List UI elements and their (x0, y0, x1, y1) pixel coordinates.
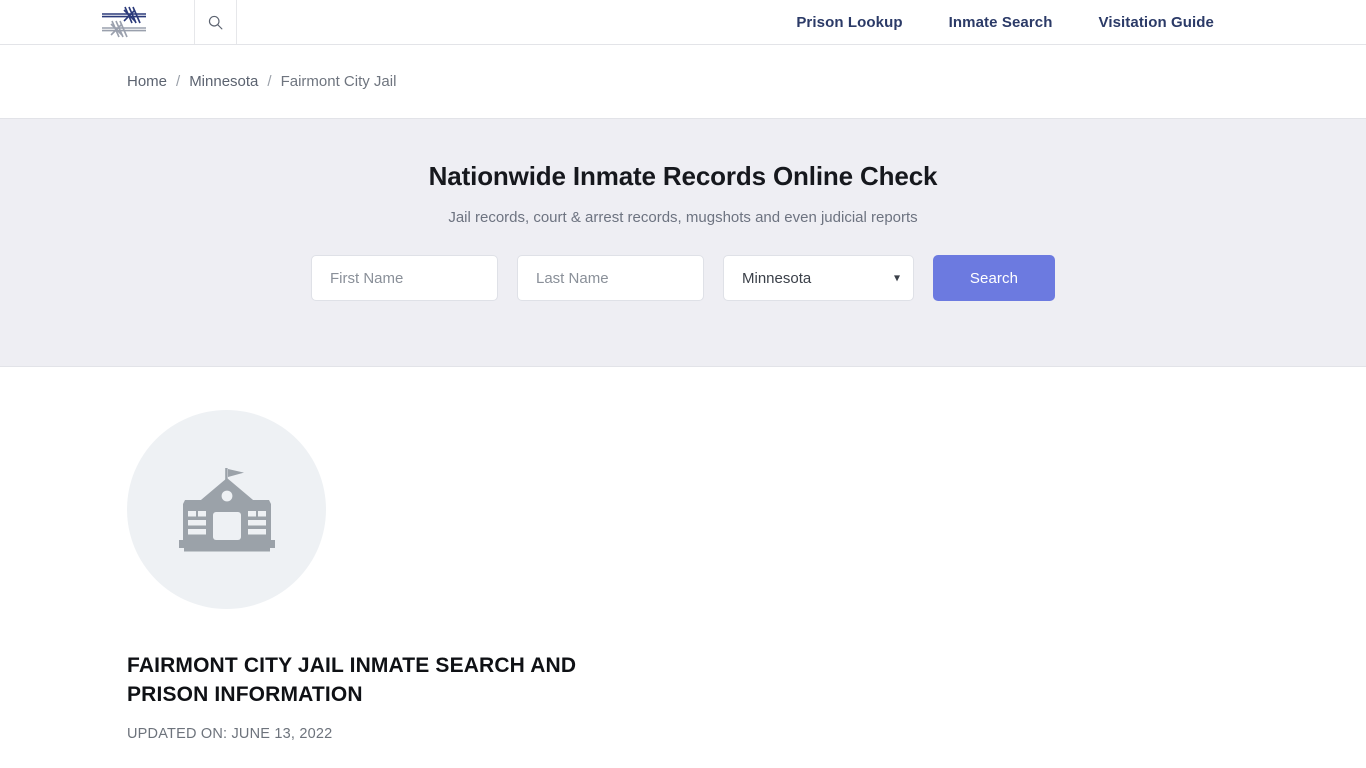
breadcrumb: Home / Minnesota / Fairmont City Jail (127, 73, 396, 90)
updated-on-text: UPDATED ON: JUNE 13, 2022 (127, 726, 333, 742)
hero-title: Nationwide Inmate Records Online Check (428, 161, 938, 191)
site-header: Prison Lookup Inmate Search Visitation G… (0, 0, 1366, 45)
breadcrumb-item-minnesota[interactable]: Minnesota (189, 73, 258, 90)
nav-item-prison-lookup[interactable]: Prison Lookup (796, 14, 902, 31)
search-button[interactable]: Search (933, 255, 1055, 301)
brand-block (0, 0, 194, 44)
breadcrumb-separator: / (176, 73, 181, 90)
facility-avatar (127, 410, 326, 609)
site-logo[interactable] (95, 0, 153, 45)
breadcrumb-item-home[interactable]: Home (127, 73, 167, 90)
main-navigation: Prison Lookup Inmate Search Visitation G… (237, 0, 1366, 44)
barbed-wire-logo-icon (102, 6, 146, 38)
first-name-input[interactable] (311, 255, 498, 301)
government-building-icon (178, 467, 275, 551)
nav-item-inmate-search[interactable]: Inmate Search (949, 14, 1053, 31)
last-name-input[interactable] (517, 255, 704, 301)
hero-search-section: Nationwide Inmate Records Online Check J… (0, 118, 1366, 367)
state-select[interactable]: Minnesota (723, 255, 914, 301)
breadcrumb-separator: / (267, 73, 272, 90)
breadcrumb-bar: Home / Minnesota / Fairmont City Jail (0, 45, 1366, 118)
facility-content: FAIRMONT CITY JAIL INMATE SEARCH AND PRI… (0, 367, 1366, 768)
inmate-search-form: Minnesota ▾ Search (0, 255, 1366, 301)
nav-item-visitation-guide[interactable]: Visitation Guide (1098, 14, 1214, 31)
breadcrumb-item-current: Fairmont City Jail (280, 73, 397, 90)
search-icon (208, 15, 223, 29)
page-title: FAIRMONT CITY JAIL INMATE SEARCH AND PRI… (127, 654, 577, 706)
hero-subtitle: Jail records, court & arrest records, mu… (448, 209, 918, 226)
header-search-button[interactable] (194, 0, 237, 44)
state-select-wrapper: Minnesota ▾ (723, 255, 914, 301)
